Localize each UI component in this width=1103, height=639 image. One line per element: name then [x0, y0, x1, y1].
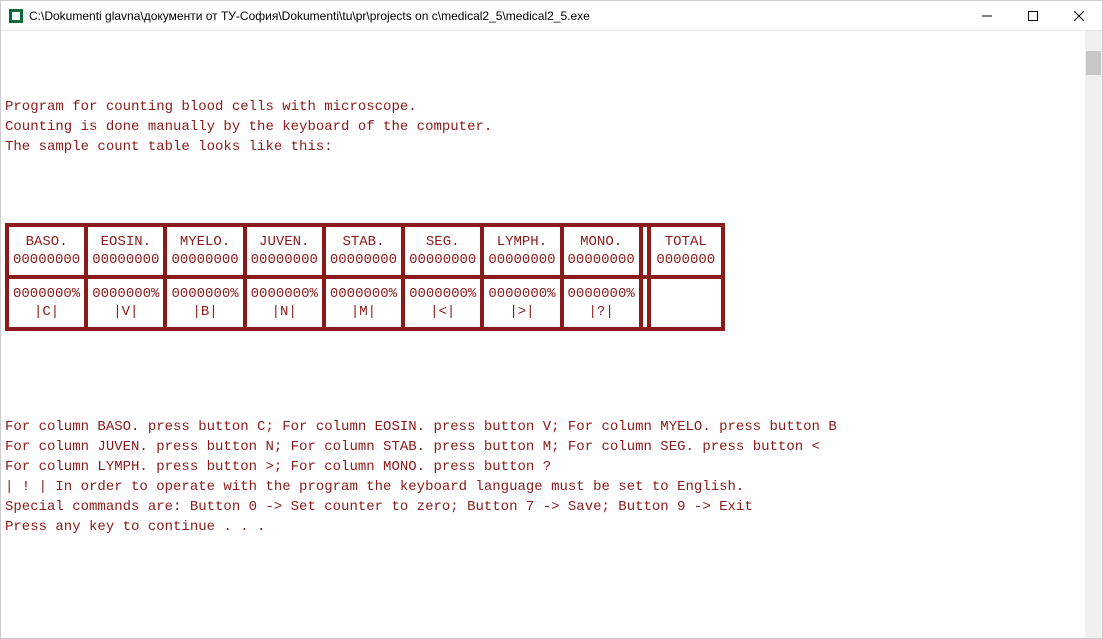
- col-key: 0000000%|<|: [403, 277, 482, 329]
- instructions: For column BASO. press button C; For col…: [5, 397, 1098, 537]
- scrollbar[interactable]: [1085, 31, 1102, 638]
- outro-line: For column JUVEN. press button N; For co…: [5, 439, 820, 455]
- total-empty: [649, 277, 723, 329]
- outro-line: Press any key to continue . . .: [5, 519, 265, 535]
- outro-line: Special commands are: Button 0 -> Set co…: [5, 499, 753, 515]
- count-table: BASO.00000000EOSIN.00000000MYELO.0000000…: [5, 223, 725, 331]
- table-header-row: BASO.00000000EOSIN.00000000MYELO.0000000…: [7, 225, 723, 277]
- table-divider: [641, 277, 649, 329]
- table-divider: [641, 225, 649, 277]
- col-header: SEG.00000000: [403, 225, 482, 277]
- col-key: 0000000%|M|: [324, 277, 403, 329]
- col-header: JUVEN.00000000: [245, 225, 324, 277]
- col-key: 0000000%|V|: [86, 277, 165, 329]
- app-icon: [9, 9, 23, 23]
- col-key: 0000000%|C|: [7, 277, 86, 329]
- titlebar[interactable]: C:\Dokumenti glavna\документи от ТУ-Софи…: [1, 1, 1102, 31]
- col-header: MONO.00000000: [562, 225, 641, 277]
- outro-line: For column BASO. press button C; For col…: [5, 419, 837, 435]
- console-output: Program for counting blood cells with mi…: [1, 31, 1102, 638]
- window-title: C:\Dokumenti glavna\документи от ТУ-Софи…: [29, 9, 964, 23]
- col-header: MYELO.00000000: [165, 225, 244, 277]
- intro-line: Counting is done manually by the keyboar…: [5, 119, 492, 135]
- col-header: EOSIN.00000000: [86, 225, 165, 277]
- intro-line: The sample count table looks like this:: [5, 139, 333, 155]
- minimize-icon: [982, 11, 992, 21]
- maximize-icon: [1028, 11, 1038, 21]
- table-key-row: 0000000%|C|0000000%|V|0000000%|B|0000000…: [7, 277, 723, 329]
- col-header: LYMPH.00000000: [482, 225, 561, 277]
- intro-text: Program for counting blood cells with mi…: [5, 77, 1098, 157]
- maximize-button[interactable]: [1010, 1, 1056, 30]
- intro-line: Program for counting blood cells with mi…: [5, 99, 417, 115]
- col-key: 0000000%|N|: [245, 277, 324, 329]
- close-icon: [1074, 11, 1084, 21]
- col-key: 0000000%|>|: [482, 277, 561, 329]
- scrollbar-thumb[interactable]: [1086, 51, 1101, 75]
- minimize-button[interactable]: [964, 1, 1010, 30]
- col-header: STAB.00000000: [324, 225, 403, 277]
- outro-line: | ! | In order to operate with the progr…: [5, 479, 744, 495]
- total-header: TOTAL0000000: [649, 225, 723, 277]
- window-controls: [964, 1, 1102, 30]
- close-button[interactable]: [1056, 1, 1102, 30]
- col-key: 0000000%|B|: [165, 277, 244, 329]
- col-key: 0000000%|?|: [562, 277, 641, 329]
- outro-line: For column LYMPH. press button >; For co…: [5, 459, 551, 475]
- col-header: BASO.00000000: [7, 225, 86, 277]
